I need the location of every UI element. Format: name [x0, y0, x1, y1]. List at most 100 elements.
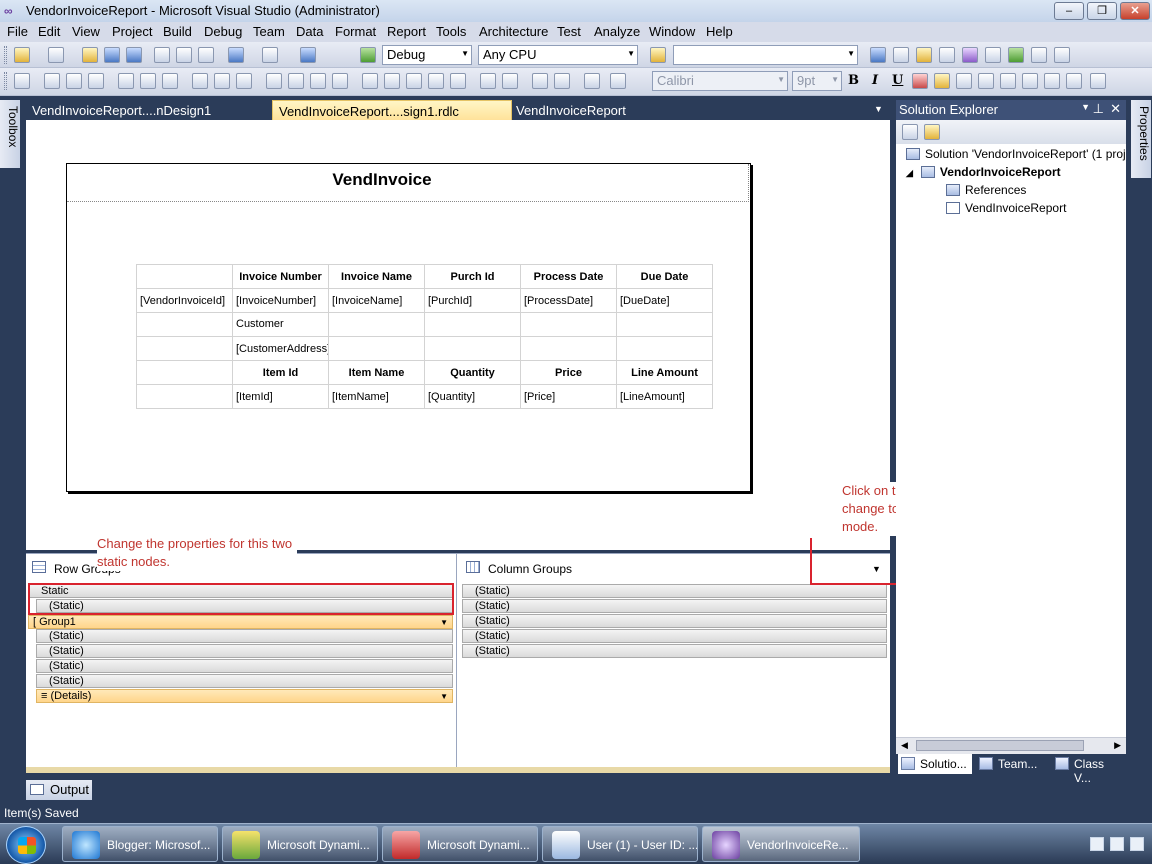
undo-icon[interactable] [228, 47, 244, 63]
italic-button[interactable]: I [872, 73, 878, 88]
align-center-icon[interactable] [978, 73, 994, 89]
scroll-right-icon[interactable]: ▶ [1114, 740, 1121, 751]
font-size-select[interactable]: 9pt ▼ [792, 71, 842, 91]
table-cell[interactable] [328, 336, 425, 361]
tray-flag-icon[interactable] [1110, 837, 1124, 851]
align-rights-icon[interactable] [88, 73, 104, 89]
table-cell[interactable]: Customer Address [232, 312, 329, 337]
group-dropdown-icon[interactable]: ▼ [440, 617, 448, 629]
taskbar-item-visual-studio[interactable]: VendorInvoiceRe... [702, 826, 860, 862]
underline-button[interactable]: U [892, 73, 903, 88]
row-group-static[interactable]: (Static) [36, 644, 453, 658]
table-cell[interactable] [136, 384, 233, 409]
menu-debug[interactable]: Debug [204, 24, 242, 39]
report-tablix[interactable]: Invoice Number Invoice Name Purch Id Pro… [136, 264, 713, 409]
align-bottoms-icon[interactable] [162, 73, 178, 89]
tree-item-references[interactable]: References [946, 183, 1026, 197]
find-combo[interactable]: ▼ [673, 45, 858, 65]
border-options-icon[interactable] [584, 73, 600, 89]
more-options-icon[interactable] [610, 73, 626, 89]
decrease-horizontal-spacing-icon[interactable] [310, 73, 326, 89]
group-field-cell[interactable]: [VendorInvoiceId] [136, 288, 233, 313]
minimize-button[interactable]: – [1054, 2, 1084, 20]
table-header-cell[interactable]: Price [520, 360, 617, 385]
horizontal-scrollbar[interactable]: ◀ ▶ [896, 737, 1126, 754]
tab-solution-explorer[interactable]: Solutio... [898, 754, 972, 774]
table-cell[interactable]: [CustomerAddress] [232, 336, 329, 361]
indent-icon[interactable] [1044, 73, 1060, 89]
remove-vertical-spacing-icon[interactable] [428, 73, 444, 89]
object-browser-icon[interactable] [916, 47, 932, 63]
table-cell[interactable] [616, 312, 713, 337]
table-header-cell[interactable]: Line Amount [616, 360, 713, 385]
taskbar-item-user[interactable]: User (1) - User ID: ... [542, 826, 698, 862]
menu-team[interactable]: Team [253, 24, 285, 39]
bold-button[interactable]: B [848, 73, 859, 88]
taskbar-item-dynamics-2[interactable]: Microsoft Dynami... [382, 826, 538, 862]
solution-configuration-select[interactable]: Debug ▼ [382, 45, 472, 65]
table-cell[interactable] [136, 312, 233, 337]
table-cell[interactable]: [ProcessDate] [520, 288, 617, 313]
expand-icon[interactable]: ◢ [906, 168, 913, 178]
vertical-spacing-icon[interactable] [362, 73, 378, 89]
align-to-grid-icon[interactable] [14, 73, 30, 89]
menu-edit[interactable]: Edit [38, 24, 60, 39]
row-group-details[interactable]: ≡ (Details) ▼ [36, 689, 453, 703]
extension-manager-icon[interactable] [985, 47, 1001, 63]
table-cell[interactable]: [PurchId] [424, 288, 521, 313]
table-header-cell[interactable]: Item Id [232, 360, 329, 385]
table-cell[interactable] [328, 312, 425, 337]
tab-report-preview[interactable]: VendInvoiceReport....nDesign1 [Preview] [26, 100, 272, 133]
row-group-static[interactable]: (Static) [36, 659, 453, 673]
bring-to-front-icon[interactable] [532, 73, 548, 89]
center-horizontally-icon[interactable] [480, 73, 496, 89]
scrollbar-thumb[interactable] [916, 740, 1084, 751]
decrease-vertical-spacing-icon[interactable] [406, 73, 422, 89]
column-group-static[interactable]: (Static) [462, 584, 887, 598]
redo-icon[interactable] [262, 47, 278, 63]
add-item-icon[interactable] [48, 47, 64, 63]
tree-item-solution[interactable]: Solution 'VendorInvoiceReport' (1 projec… [906, 147, 1126, 161]
menu-help[interactable]: Help [706, 24, 733, 39]
make-same-width-icon[interactable] [192, 73, 208, 89]
paste-icon[interactable] [198, 47, 214, 63]
align-tops-icon[interactable] [118, 73, 134, 89]
table-cell[interactable] [136, 360, 233, 385]
remove-horizontal-spacing-icon[interactable] [332, 73, 348, 89]
menu-data[interactable]: Data [296, 24, 323, 39]
table-cell[interactable]: [ItemName] [328, 384, 425, 409]
table-header-cell[interactable]: Purch Id [424, 264, 521, 289]
table-header-cell[interactable]: Invoice Name [328, 264, 425, 289]
outdent-icon[interactable] [1066, 73, 1082, 89]
column-group-static[interactable]: (Static) [462, 644, 887, 658]
window-position-icon[interactable]: ▼ [1081, 102, 1090, 112]
tab-team-explorer[interactable]: Team... [976, 754, 1050, 774]
align-middles-icon[interactable] [140, 73, 156, 89]
tree-item-project[interactable]: ◢ VendorInvoiceReport [906, 165, 1061, 179]
make-same-height-icon[interactable] [214, 73, 230, 89]
new-project-icon[interactable] [14, 47, 30, 63]
menu-analyze[interactable]: Analyze [594, 24, 640, 39]
properties-side-tab[interactable]: Properties [1131, 100, 1151, 178]
tab-report-design[interactable]: VendInvoiceReport....sign1.rdlc [Design]… [272, 100, 512, 134]
toolbox-icon[interactable] [939, 47, 955, 63]
column-group-static[interactable]: (Static) [462, 629, 887, 643]
menu-test[interactable]: Test [557, 24, 581, 39]
center-vertically-icon[interactable] [502, 73, 518, 89]
table-cell[interactable] [424, 336, 521, 361]
table-header-cell[interactable]: Invoice Number [232, 264, 329, 289]
menu-architecture[interactable]: Architecture [479, 24, 548, 39]
table-cell[interactable]: [InvoiceNumber] [232, 288, 329, 313]
align-centers-icon[interactable] [66, 73, 82, 89]
output-tab[interactable]: Output [26, 780, 92, 800]
font-name-select[interactable]: Calibri ▼ [652, 71, 788, 91]
table-cell[interactable]: [Quantity] [424, 384, 521, 409]
row-group-static[interactable]: (Static) [36, 629, 453, 643]
show-all-files-icon[interactable] [924, 124, 940, 140]
align-right-icon[interactable] [1000, 73, 1016, 89]
close-button[interactable]: ✕ [1120, 2, 1150, 20]
pin-icon[interactable]: ⊥ [1093, 101, 1104, 117]
align-lefts-icon[interactable] [44, 73, 60, 89]
table-cell[interactable] [520, 312, 617, 337]
menu-tools[interactable]: Tools [436, 24, 466, 39]
